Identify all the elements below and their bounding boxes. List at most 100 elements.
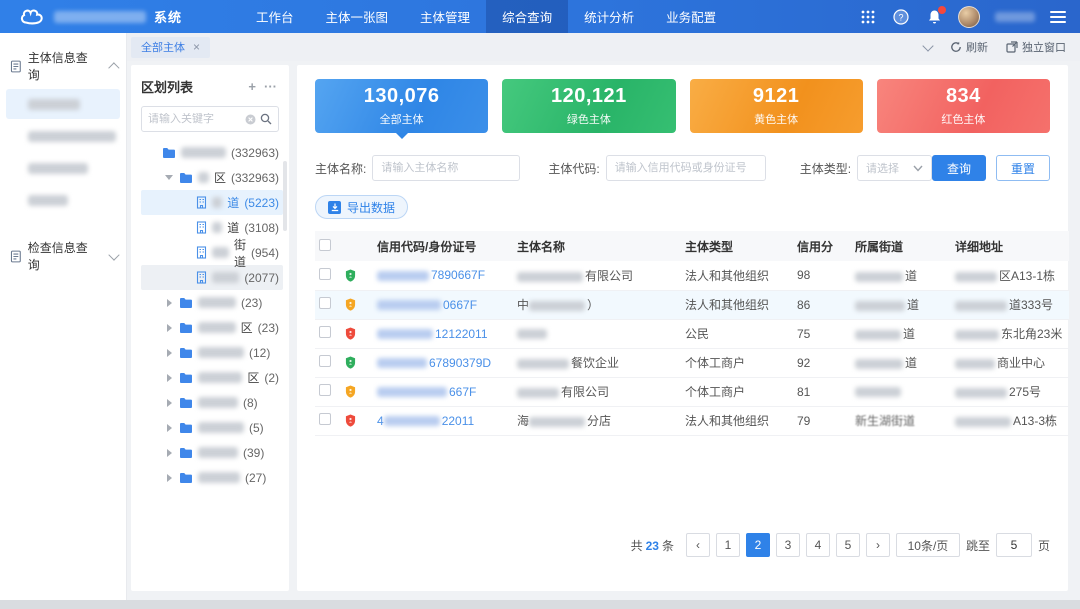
subject-type-cell: 公民 [681, 319, 793, 348]
page-size-select[interactable]: 10条/页 [896, 533, 960, 557]
tree-node-13[interactable]: (27) [141, 465, 283, 490]
address-cell: 东北角23米 [951, 319, 1069, 348]
nav-item-0[interactable]: 工作台 [240, 0, 310, 33]
scrollbar-thumb[interactable] [283, 161, 287, 231]
table-row: 67890379D 餐饮企业 个体工商户 92 道 商业中心 [315, 348, 1069, 377]
region-search-input[interactable] [148, 113, 241, 125]
tree-node-5[interactable]: (2077) [141, 265, 283, 290]
credit-code-link[interactable]: 67890379D [377, 356, 491, 370]
stat-label: 黄色主体 [754, 111, 798, 127]
notifications-bell-icon[interactable] [925, 8, 943, 26]
stat-card-orange[interactable]: 9121 黄色主体 [690, 79, 863, 133]
tab-all-subjects[interactable]: 全部主体 × [131, 37, 210, 58]
user-avatar[interactable] [958, 6, 980, 28]
bottom-strip [0, 600, 1080, 609]
credit-code-link[interactable]: 12122011 [377, 327, 488, 341]
open-window-button[interactable]: 独立窗口 [1006, 39, 1066, 55]
tree-node-4[interactable]: 街道 (954) [141, 240, 283, 265]
topbar: 系统 工作台主体一张图主体管理综合查询统计分析业务配置 ? [0, 0, 1080, 33]
page-button-2[interactable]: 2 [746, 533, 770, 557]
nav-item-3[interactable]: 综合查询 [486, 0, 568, 33]
stat-card-blue[interactable]: 130,076 全部主体 [315, 79, 488, 133]
subject-type-cell: 法人和其他组织 [681, 290, 793, 319]
credit-code-link[interactable]: 667F [377, 385, 476, 399]
credit-score-cell: 81 [793, 377, 851, 406]
tree-node-8[interactable]: (12) [141, 340, 283, 365]
tree-node-1[interactable]: 区 (332963) [141, 165, 283, 190]
next-page-button[interactable]: › [866, 533, 890, 557]
select-all-checkbox[interactable] [319, 239, 331, 251]
search-icon[interactable] [260, 113, 272, 125]
credit-code-link[interactable]: 422011 [377, 414, 474, 428]
tree-node-10[interactable]: (8) [141, 390, 283, 415]
nav-item-2[interactable]: 主体管理 [404, 0, 486, 33]
page-button-5[interactable]: 5 [836, 533, 860, 557]
subject-type-select[interactable]: 请选择 [857, 155, 932, 181]
help-icon[interactable]: ? [892, 8, 910, 26]
clear-icon[interactable] [245, 114, 256, 125]
stat-label: 红色主体 [941, 111, 985, 127]
folder-icon [179, 472, 193, 484]
tree-node-3[interactable]: 道 (3108) [141, 215, 283, 240]
tree-node-2[interactable]: 道 (5223) [141, 190, 283, 215]
stat-label: 全部主体 [380, 111, 424, 127]
row-checkbox[interactable] [319, 384, 331, 396]
status-shield-icon [345, 414, 356, 427]
tree-node-0[interactable]: (332963) [141, 140, 283, 165]
nav-item-1[interactable]: 主体一张图 [310, 0, 405, 33]
page-button-1[interactable]: 1 [716, 533, 740, 557]
pagination: 共23条 ‹12345› 10条/页 跳至 页 [315, 513, 1050, 557]
page-button-4[interactable]: 4 [806, 533, 830, 557]
tree-node-9[interactable]: 区 (2) [141, 365, 283, 390]
subject-name-cell [513, 319, 681, 348]
folder-icon [179, 447, 193, 459]
credit-code-link[interactable]: 0667F [377, 298, 477, 312]
search-button[interactable]: 查询 [932, 155, 986, 181]
row-checkbox[interactable] [319, 413, 331, 425]
jump-page-input[interactable] [996, 533, 1032, 557]
tree-node-12[interactable]: (39) [141, 440, 283, 465]
sidebar-group-1[interactable]: 检查信息查询 [0, 233, 126, 277]
street-cell: 道 [851, 290, 951, 319]
stat-label: 绿色主体 [567, 111, 611, 127]
refresh-button[interactable]: 刷新 [950, 39, 988, 55]
reset-button[interactable]: 重置 [996, 155, 1050, 181]
folder-icon [162, 147, 176, 159]
sidebar-group-0[interactable]: 主体信息查询 [0, 43, 126, 87]
row-checkbox[interactable] [319, 297, 331, 309]
cloud-logo-icon [18, 7, 46, 27]
tabs-dropdown-icon[interactable] [924, 45, 932, 50]
credit-code-link[interactable]: 7890667F [377, 268, 485, 282]
street-cell: 道 [851, 261, 951, 290]
export-data-button[interactable]: 导出数据 [315, 195, 408, 219]
subject-code-input[interactable] [606, 155, 766, 181]
page-button-3[interactable]: 3 [776, 533, 800, 557]
row-checkbox[interactable] [319, 326, 331, 338]
add-region-icon[interactable]: + [248, 79, 256, 94]
row-checkbox[interactable] [319, 355, 331, 367]
sidebar-item-0-0[interactable] [6, 89, 120, 119]
status-shield-icon [345, 298, 356, 311]
external-window-icon [1006, 41, 1018, 53]
more-options-icon[interactable]: ··· [264, 79, 277, 94]
stat-card-red[interactable]: 834 红色主体 [877, 79, 1050, 133]
stat-card-green[interactable]: 120,121 绿色主体 [502, 79, 675, 133]
tree-node-7[interactable]: 区 (23) [141, 315, 283, 340]
prev-page-button[interactable]: ‹ [686, 533, 710, 557]
menu-icon[interactable] [1050, 11, 1066, 23]
region-tree: (332963) 区 (332963) 道 (5223) 道 (3108) 街道… [141, 140, 283, 490]
tree-node-6[interactable]: (23) [141, 290, 283, 315]
tab-close-icon[interactable]: × [193, 40, 200, 54]
tree-node-11[interactable]: (5) [141, 415, 283, 440]
sidebar-item-0-2[interactable] [6, 153, 120, 183]
folder-icon [179, 422, 193, 434]
sidebar-item-0-3[interactable] [6, 185, 120, 215]
nav-item-4[interactable]: 统计分析 [568, 0, 650, 33]
main-nav: 工作台主体一张图主体管理综合查询统计分析业务配置 [240, 0, 732, 33]
sidebar-item-0-1[interactable] [6, 121, 120, 151]
apps-grid-icon[interactable] [859, 8, 877, 26]
nav-item-5[interactable]: 业务配置 [650, 0, 732, 33]
subject-name-input[interactable] [372, 155, 520, 181]
table-header-row: 信用代码/身份证号主体名称主体类型信用分所属街道详细地址 [315, 231, 1069, 261]
row-checkbox[interactable] [319, 268, 331, 280]
